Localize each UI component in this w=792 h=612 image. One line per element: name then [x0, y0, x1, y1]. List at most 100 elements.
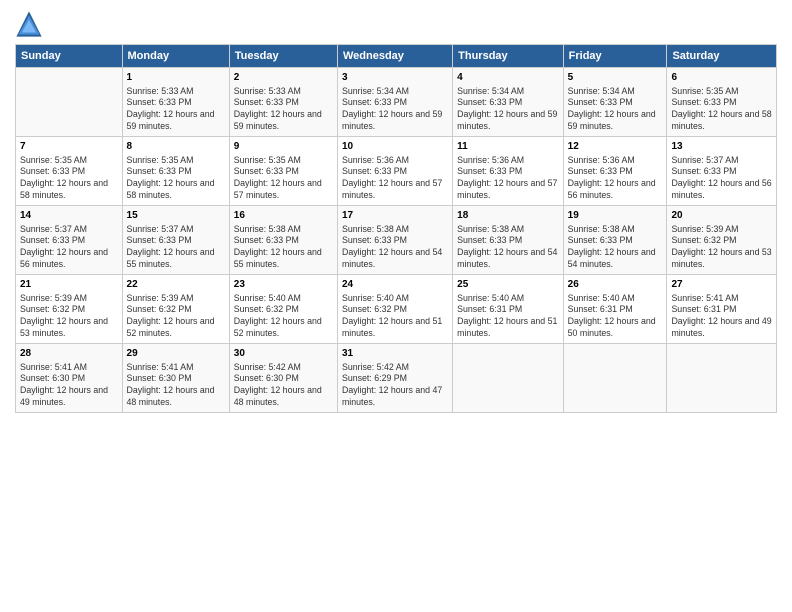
day-number: 5 [568, 71, 663, 85]
day-number: 21 [20, 278, 118, 292]
day-header-friday: Friday [563, 45, 667, 68]
day-info: Sunrise: 5:40 AMSunset: 6:32 PMDaylight:… [234, 293, 333, 341]
header [15, 10, 777, 38]
day-number: 22 [127, 278, 225, 292]
header-row: SundayMondayTuesdayWednesdayThursdayFrid… [16, 45, 777, 68]
day-number: 6 [671, 71, 772, 85]
day-info: Sunrise: 5:37 AMSunset: 6:33 PMDaylight:… [671, 155, 772, 203]
day-info: Sunrise: 5:40 AMSunset: 6:31 PMDaylight:… [568, 293, 663, 341]
day-number: 14 [20, 209, 118, 223]
day-number: 20 [671, 209, 772, 223]
day-cell: 26Sunrise: 5:40 AMSunset: 6:31 PMDayligh… [563, 275, 667, 344]
day-info: Sunrise: 5:34 AMSunset: 6:33 PMDaylight:… [457, 86, 559, 134]
day-header-monday: Monday [122, 45, 229, 68]
week-row-1: 1Sunrise: 5:33 AMSunset: 6:33 PMDaylight… [16, 68, 777, 137]
day-cell: 18Sunrise: 5:38 AMSunset: 6:33 PMDayligh… [453, 206, 564, 275]
day-number: 28 [20, 347, 118, 361]
day-info: Sunrise: 5:41 AMSunset: 6:31 PMDaylight:… [671, 293, 772, 341]
day-cell: 29Sunrise: 5:41 AMSunset: 6:30 PMDayligh… [122, 344, 229, 413]
week-row-4: 21 Sunrise: 5:39 AMSunset: 6:32 PMDayligh… [16, 275, 777, 344]
day-number: 17 [342, 209, 448, 223]
logo [15, 10, 47, 38]
day-cell [453, 344, 564, 413]
day-number: 1 [127, 71, 225, 85]
day-info: Sunrise: 5:35 AMSunset: 6:33 PMDaylight:… [127, 155, 225, 203]
day-cell: 13Sunrise: 5:37 AMSunset: 6:33 PMDayligh… [667, 137, 777, 206]
day-number: 27 [671, 278, 772, 292]
day-info: Sunrise: 5:40 AMSunset: 6:31 PMDaylight:… [457, 293, 559, 341]
day-header-tuesday: Tuesday [229, 45, 337, 68]
day-cell: 20Sunrise: 5:39 AMSunset: 6:32 PMDayligh… [667, 206, 777, 275]
day-info: Sunrise: 5:41 AMSunset: 6:30 PMDaylight:… [127, 362, 225, 410]
day-info: Sunrise: 5:38 AMSunset: 6:33 PMDaylight:… [568, 224, 663, 272]
week-row-2: 7Sunrise: 5:35 AMSunset: 6:33 PMDaylight… [16, 137, 777, 206]
day-cell: 9Sunrise: 5:35 AMSunset: 6:33 PMDaylight… [229, 137, 337, 206]
day-info: Sunrise: 5:36 AMSunset: 6:33 PMDaylight:… [457, 155, 559, 203]
day-cell: 27Sunrise: 5:41 AMSunset: 6:31 PMDayligh… [667, 275, 777, 344]
day-info: Sunrise: 5:38 AMSunset: 6:33 PMDaylight:… [234, 224, 333, 272]
day-cell: 2Sunrise: 5:33 AMSunset: 6:33 PMDaylight… [229, 68, 337, 137]
day-number: 7 [20, 140, 118, 154]
day-info: Sunrise: 5:33 AMSunset: 6:33 PMDaylight:… [234, 86, 333, 134]
day-cell: 23Sunrise: 5:40 AMSunset: 6:32 PMDayligh… [229, 275, 337, 344]
day-info: Sunrise: 5:42 AMSunset: 6:29 PMDaylight:… [342, 362, 448, 410]
day-number: 3 [342, 71, 448, 85]
day-cell: 3Sunrise: 5:34 AMSunset: 6:33 PMDaylight… [337, 68, 452, 137]
day-cell: 25Sunrise: 5:40 AMSunset: 6:31 PMDayligh… [453, 275, 564, 344]
day-info: Sunrise: 5:33 AMSunset: 6:33 PMDaylight:… [127, 86, 225, 134]
day-info: Sunrise: 5:35 AMSunset: 6:33 PMDaylight:… [20, 155, 118, 203]
day-number: 10 [342, 140, 448, 154]
day-number: 16 [234, 209, 333, 223]
day-cell [16, 68, 123, 137]
day-info: Sunrise: 5:35 AMSunset: 6:33 PMDaylight:… [234, 155, 333, 203]
page: SundayMondayTuesdayWednesdayThursdayFrid… [0, 0, 792, 612]
day-number: 15 [127, 209, 225, 223]
day-header-wednesday: Wednesday [337, 45, 452, 68]
day-cell: 17Sunrise: 5:38 AMSunset: 6:33 PMDayligh… [337, 206, 452, 275]
day-number: 12 [568, 140, 663, 154]
day-info: Sunrise: 5:36 AMSunset: 6:33 PMDaylight:… [342, 155, 448, 203]
week-row-3: 14Sunrise: 5:37 AMSunset: 6:33 PMDayligh… [16, 206, 777, 275]
day-header-saturday: Saturday [667, 45, 777, 68]
day-cell [563, 344, 667, 413]
day-number: 9 [234, 140, 333, 154]
day-cell: 1Sunrise: 5:33 AMSunset: 6:33 PMDaylight… [122, 68, 229, 137]
day-cell: 7Sunrise: 5:35 AMSunset: 6:33 PMDaylight… [16, 137, 123, 206]
day-cell: 19Sunrise: 5:38 AMSunset: 6:33 PMDayligh… [563, 206, 667, 275]
day-cell: 4Sunrise: 5:34 AMSunset: 6:33 PMDaylight… [453, 68, 564, 137]
day-info: Sunrise: 5:39 AMSunset: 6:32 PMDaylight:… [127, 293, 225, 341]
day-info: Sunrise: 5:36 AMSunset: 6:33 PMDaylight:… [568, 155, 663, 203]
day-info: Sunrise: 5:38 AMSunset: 6:33 PMDaylight:… [457, 224, 559, 272]
day-info: Sunrise: 5:38 AMSunset: 6:33 PMDaylight:… [342, 224, 448, 272]
day-info: Sunrise: 5:34 AMSunset: 6:33 PMDaylight:… [568, 86, 663, 134]
day-cell: 11Sunrise: 5:36 AMSunset: 6:33 PMDayligh… [453, 137, 564, 206]
day-info: Sunrise: 5:35 AMSunset: 6:33 PMDaylight:… [671, 86, 772, 134]
day-number: 23 [234, 278, 333, 292]
day-cell: 24Sunrise: 5:40 AMSunset: 6:32 PMDayligh… [337, 275, 452, 344]
day-cell: 14Sunrise: 5:37 AMSunset: 6:33 PMDayligh… [16, 206, 123, 275]
day-cell: 31Sunrise: 5:42 AMSunset: 6:29 PMDayligh… [337, 344, 452, 413]
day-number: 11 [457, 140, 559, 154]
day-cell: 30Sunrise: 5:42 AMSunset: 6:30 PMDayligh… [229, 344, 337, 413]
day-cell: 8Sunrise: 5:35 AMSunset: 6:33 PMDaylight… [122, 137, 229, 206]
day-cell: 22Sunrise: 5:39 AMSunset: 6:32 PMDayligh… [122, 275, 229, 344]
calendar-table: SundayMondayTuesdayWednesdayThursdayFrid… [15, 44, 777, 413]
week-row-5: 28Sunrise: 5:41 AMSunset: 6:30 PMDayligh… [16, 344, 777, 413]
day-cell: 12Sunrise: 5:36 AMSunset: 6:33 PMDayligh… [563, 137, 667, 206]
day-number: 18 [457, 209, 559, 223]
day-info: Sunrise: 5:40 AMSunset: 6:32 PMDaylight:… [342, 293, 448, 341]
day-cell: 16Sunrise: 5:38 AMSunset: 6:33 PMDayligh… [229, 206, 337, 275]
day-info: Sunrise: 5:37 AMSunset: 6:33 PMDaylight:… [20, 224, 118, 272]
day-info: Sunrise: 5:37 AMSunset: 6:33 PMDaylight:… [127, 224, 225, 272]
day-number: 24 [342, 278, 448, 292]
day-number: 19 [568, 209, 663, 223]
day-info: Sunrise: 5:34 AMSunset: 6:33 PMDaylight:… [342, 86, 448, 134]
day-number: 4 [457, 71, 559, 85]
day-number: 31 [342, 347, 448, 361]
day-cell [667, 344, 777, 413]
day-number: 30 [234, 347, 333, 361]
day-cell: 10Sunrise: 5:36 AMSunset: 6:33 PMDayligh… [337, 137, 452, 206]
day-info: Sunrise: 5:41 AMSunset: 6:30 PMDaylight:… [20, 362, 118, 410]
day-info: Sunrise: 5:39 AMSunset: 6:32 PMDaylight:… [671, 224, 772, 272]
day-number: 25 [457, 278, 559, 292]
